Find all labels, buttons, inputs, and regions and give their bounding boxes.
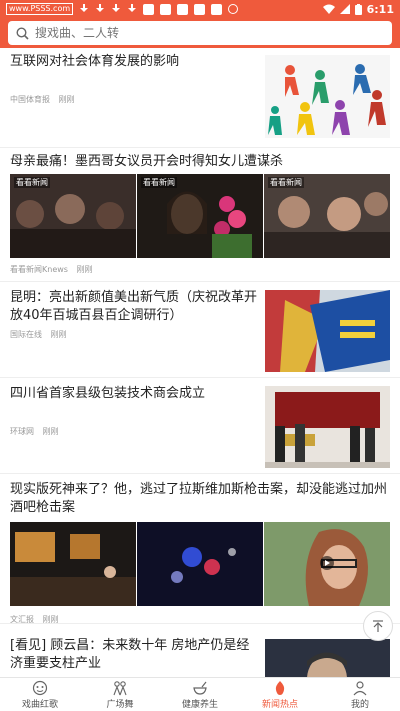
article-thumbnail[interactable] [265,386,390,468]
download-icon [111,3,121,15]
news-icon [275,680,285,695]
article-thumbnail[interactable] [265,290,390,372]
search-icon [16,26,29,40]
article-time: 刚刚 [50,330,67,339]
ceremony-photo-image [265,386,390,468]
article-item[interactable]: 互联网对社会体育发展的影响 中国体育报 刚刚 [0,48,400,148]
watermark-label: 看看新闻 [268,177,304,188]
download-icon [127,3,137,15]
article-meta: 国际在线 刚刚 [10,329,67,340]
download-icon [95,3,105,15]
search-bar[interactable] [8,21,392,45]
nav-label: 新闻热点 [261,699,298,710]
article-title[interactable]: 母亲最痛！墨西哥女议员开会时得知女儿遭谋杀 [10,153,390,171]
watermark-label: 看看新闻 [141,177,177,188]
back-to-top-button[interactable] [363,611,393,641]
download-icon [79,3,89,15]
article-meta: 环球网 刚刚 [10,426,59,437]
search-input[interactable] [35,26,375,40]
article-source: 中国体育报 [10,95,50,104]
article-thumbnail[interactable] [264,522,390,606]
nav-item-health[interactable]: 健康养生 [160,678,240,711]
speaker-portrait-image [265,639,390,677]
article-thumbnail[interactable] [137,522,263,606]
article-title[interactable]: [看见] 顾云昌：未来数十年 房地产仍是经济重要支柱产业 [10,637,260,673]
site-badge: www.PSSS.com [6,3,74,15]
article-title[interactable]: 昆明：亮出新颜值美出新气质（庆祝改革开放40年百城百县百企调研行） [10,289,260,325]
article-meta: 看看新闻Knews 刚刚 [10,264,93,275]
notification-icon [160,3,172,15]
search-header [0,18,400,48]
sports-silhouettes-image [265,55,390,138]
signal-icon [339,4,350,14]
play-video-icon[interactable] [320,556,334,570]
minus-circle-icon [228,4,239,14]
bar-scene-image [10,522,136,606]
article-item[interactable]: 昆明：亮出新颜值美出新气质（庆祝改革开放40年百城百县百企调研行） 国际在线 刚… [0,282,400,378]
article-thumbnail[interactable] [265,55,390,138]
article-thumbnail[interactable] [10,522,136,606]
nav-label: 健康养生 [181,699,218,710]
article-title[interactable]: 现实版死神来了？他，逃过了拉斯维加斯枪击案，却没能逃过加州酒吧枪击案 [10,481,390,517]
opera-mask-icon [32,680,48,695]
flags-image [265,290,390,372]
nav-item-opera[interactable]: 戏曲红歌 [0,678,80,711]
nav-item-square-dance[interactable]: 广场舞 [80,678,160,711]
article-item[interactable]: [看见] 顾云昌：未来数十年 房地产仍是经济重要支柱产业 [0,624,400,677]
article-item[interactable]: 四川省首家县级包装技术商会成立 环球网 刚刚 [0,378,400,474]
profile-icon [353,680,367,695]
article-thumbnail[interactable] [265,639,390,677]
nav-label: 我的 [350,699,369,710]
article-item[interactable]: 母亲最痛！墨西哥女议员开会时得知女儿遭谋杀 看看新闻 看看新闻 看看新闻 看看新… [0,148,400,282]
article-time: 刚刚 [42,615,59,624]
status-bar: www.PSSS.com 6:11 [0,0,400,18]
article-thumbnail[interactable]: 看看新闻 [264,174,390,258]
night-police-image [137,522,263,606]
article-source: 文汇报 [10,615,34,624]
notification-icon [143,3,155,15]
notification-icon [177,3,189,15]
nav-label: 戏曲红歌 [21,699,58,710]
article-thumbnail[interactable]: 看看新闻 [137,174,263,258]
article-time: 刚刚 [58,95,75,104]
nav-item-profile[interactable]: 我的 [320,678,400,711]
article-title[interactable]: 互联网对社会体育发展的影响 [10,53,255,71]
article-source: 看看新闻Knews [10,265,68,274]
clock-time: 6:11 [366,2,394,16]
article-item[interactable]: 现实版死神来了？他，逃过了拉斯维加斯枪击案，却没能逃过加州酒吧枪击案 文汇报 刚… [0,474,400,624]
dancers-icon [113,680,127,695]
article-title[interactable]: 四川省首家县级包装技术商会成立 [10,385,260,403]
article-meta: 中国体育报 刚刚 [10,94,75,105]
article-thumbnail[interactable]: 看看新闻 [10,174,136,258]
nav-item-news[interactable]: 新闻热点 [240,678,320,711]
arrow-up-icon [373,620,383,632]
article-source: 环球网 [10,427,34,436]
notification-icon [211,3,223,15]
article-time: 刚刚 [76,265,93,274]
watermark-label: 看看新闻 [14,177,50,188]
notification-icon [194,3,206,15]
wifi-icon [322,4,335,14]
battery-icon [354,3,362,15]
health-bowl-icon [193,681,207,695]
news-feed[interactable]: 互联网对社会体育发展的影响 中国体育报 刚刚 母亲最痛！墨西哥女议员开会时得知女… [0,48,400,677]
bottom-nav: 戏曲红歌 广场舞 健康养生 新闻热点 我的 [0,677,400,711]
article-source: 国际在线 [10,330,42,339]
article-time: 刚刚 [42,427,59,436]
nav-label: 广场舞 [106,699,134,710]
